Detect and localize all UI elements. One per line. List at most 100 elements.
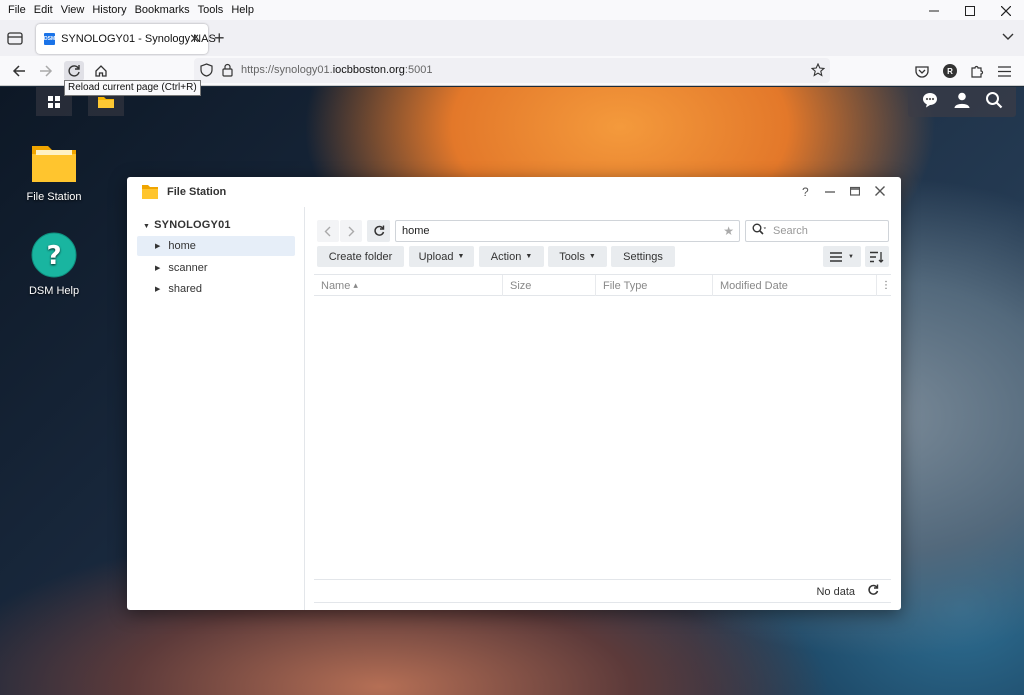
file-list-footer: No data — [314, 579, 891, 603]
favorite-star-icon[interactable]: ★ — [723, 224, 734, 238]
desktop-icon-label: File Station — [26, 191, 82, 203]
back-button[interactable] — [9, 61, 29, 81]
grid-icon — [48, 95, 60, 108]
sort-ascending-icon: ▴ — [353, 280, 358, 290]
question-icon: ? — [802, 185, 809, 199]
forward-button[interactable] — [340, 220, 362, 242]
menu-file[interactable]: File — [4, 4, 30, 16]
upload-button[interactable]: Upload ▼ — [409, 246, 474, 267]
minimize-window-button[interactable] — [916, 0, 952, 22]
column-modified-date[interactable]: Modified Date — [713, 275, 877, 296]
search-icon[interactable] — [752, 223, 766, 239]
dsm-top-right-toolbar — [908, 87, 1016, 117]
home-icon — [95, 65, 107, 77]
maximize-window-button[interactable] — [952, 0, 988, 22]
arrow-right-icon — [40, 65, 53, 77]
search-input[interactable]: Search — [745, 220, 889, 242]
column-size[interactable]: Size — [503, 275, 596, 296]
shield-icon[interactable] — [200, 63, 213, 80]
window-title-bar[interactable]: File Station ? — [127, 177, 901, 207]
column-options-button[interactable]: ⋮ — [877, 275, 891, 296]
new-tab-button[interactable]: + — [214, 29, 225, 47]
path-field[interactable]: home ★ — [395, 220, 740, 242]
file-list-header: Name ▴ Size File Type Modified Date ⋮ — [314, 274, 891, 296]
create-folder-button[interactable]: Create folder — [317, 246, 404, 267]
sort-icon — [870, 251, 884, 263]
url-text[interactable]: https://synology01.iocbboston.org:5001 — [241, 64, 432, 76]
tree-item-shared[interactable]: ▶ shared — [137, 279, 295, 299]
caret-down-icon: ▼ — [848, 253, 854, 260]
menu-tools[interactable]: Tools — [194, 4, 228, 16]
minimize-icon — [825, 191, 835, 193]
settings-button[interactable]: Settings — [611, 246, 675, 267]
caret-down-icon: ▼ — [588, 253, 596, 260]
pocket-button[interactable] — [912, 61, 932, 81]
tree-item-home[interactable]: ▶ home — [137, 236, 295, 256]
desktop-file-station-shortcut[interactable]: File Station — [9, 140, 99, 203]
chevron-left-icon — [324, 226, 331, 236]
folder-tree: ▼ SYNOLOGY01 ▶ home ▶ scanner ▶ shared — [127, 207, 305, 610]
folder-icon — [32, 146, 76, 182]
list-view-icon — [830, 251, 843, 262]
notifications-chat-icon[interactable] — [921, 91, 939, 114]
menu-history[interactable]: History — [88, 4, 130, 16]
window-title: File Station — [167, 186, 227, 198]
home-button[interactable] — [91, 61, 111, 81]
svg-text:?: ? — [46, 241, 61, 271]
close-window-button[interactable] — [988, 0, 1024, 22]
column-name[interactable]: Name ▴ — [314, 275, 503, 296]
tab-bar: DSM SYNOLOGY01 - Synology NAS ✕ — [0, 20, 1024, 56]
maximize-icon — [849, 186, 861, 196]
refresh-button[interactable] — [367, 220, 390, 242]
view-mode-button[interactable]: ▼ — [823, 246, 861, 267]
file-station-window: File Station ? ▼ SYNOLOGY01 ▶ home ▶ scanne… — [127, 177, 901, 610]
bookmark-star-icon[interactable] — [810, 62, 826, 80]
plus-icon: + — [214, 28, 225, 48]
list-all-tabs-button[interactable] — [1002, 30, 1014, 44]
menu-view[interactable]: View — [57, 4, 89, 16]
footer-refresh-button[interactable] — [867, 584, 879, 599]
sort-button[interactable] — [865, 246, 889, 267]
browser-tab-active[interactable]: DSM SYNOLOGY01 - Synology NAS ✕ — [36, 24, 216, 54]
tools-button[interactable]: Tools ▼ — [548, 246, 607, 267]
menu-bar: File Edit View History Bookmarks Tools H… — [0, 0, 1024, 20]
status-text: No data — [816, 586, 855, 598]
app-menu-button[interactable] — [994, 61, 1014, 81]
chevron-down-icon — [1002, 33, 1014, 40]
user-icon[interactable] — [953, 91, 971, 114]
maximize-button[interactable] — [849, 185, 861, 199]
kebab-icon: ⋮ — [881, 280, 891, 291]
help-button[interactable]: ? — [802, 185, 809, 199]
tab-list-icon — [7, 32, 23, 45]
close-icon — [1001, 6, 1011, 16]
puzzle-icon — [971, 65, 984, 78]
minimize-button[interactable] — [825, 185, 835, 199]
desktop-dsm-help-shortcut[interactable]: ? DSM Help — [9, 232, 99, 297]
forward-button[interactable] — [36, 61, 56, 81]
caret-right-icon: ▶ — [155, 286, 161, 293]
tree-item-scanner[interactable]: ▶ scanner — [137, 258, 295, 278]
menu-bookmarks[interactable]: Bookmarks — [131, 4, 194, 16]
lock-icon[interactable] — [222, 63, 233, 80]
url-bar[interactable]: https://synology01.iocbboston.org:5001 — [194, 58, 830, 83]
menu-help[interactable]: Help — [227, 4, 258, 16]
reload-icon — [68, 65, 80, 77]
close-button[interactable] — [875, 185, 885, 199]
account-button[interactable]: R — [940, 61, 960, 81]
caret-right-icon: ▶ — [155, 265, 161, 272]
search-icon[interactable] — [985, 91, 1003, 114]
column-file-type[interactable]: File Type — [596, 275, 713, 296]
back-button[interactable] — [317, 220, 339, 242]
extensions-button[interactable] — [967, 61, 987, 81]
file-list-body[interactable] — [314, 297, 891, 578]
minimize-icon — [929, 10, 939, 12]
tab-list-button[interactable] — [6, 29, 26, 49]
tree-root-node[interactable]: ▼ SYNOLOGY01 — [143, 219, 231, 231]
caret-down-icon: ▼ — [143, 223, 151, 230]
action-button[interactable]: Action ▼ — [479, 246, 544, 267]
tab-close-icon[interactable]: ✕ — [189, 31, 200, 47]
maximize-icon — [965, 6, 975, 16]
menu-edit[interactable]: Edit — [30, 4, 57, 16]
reload-button[interactable] — [64, 61, 84, 81]
chevron-right-icon — [348, 226, 355, 236]
